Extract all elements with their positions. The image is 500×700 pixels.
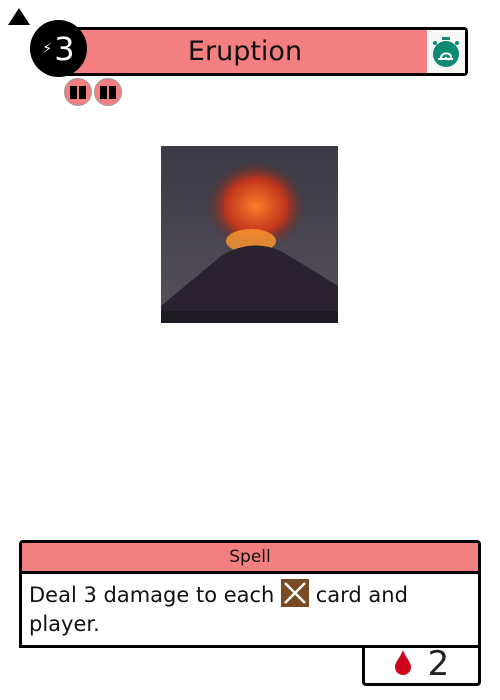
crossed-swords-icon	[281, 579, 310, 607]
stat-box: 2	[362, 644, 481, 686]
card-text-box: Spell Deal 3 damage to each card and pla…	[19, 540, 481, 648]
spellbook-icon	[64, 78, 92, 106]
blood-drop-icon	[394, 649, 412, 679]
triangle-up-icon[interactable]	[8, 8, 30, 25]
cost-badge: ⚡ 3	[30, 20, 87, 77]
lightning-icon: ⚡	[42, 40, 53, 57]
card-description: Deal 3 damage to each card and player.	[29, 579, 468, 639]
description-text: Deal 3 damage to each	[29, 583, 275, 607]
card-art-volcano	[161, 146, 338, 323]
card-type: Spell	[22, 543, 478, 574]
card-name: Eruption	[187, 36, 303, 67]
card-title-bar: Eruption	[62, 27, 468, 76]
snail-stopwatch-icon	[427, 30, 465, 73]
spellbook-icon	[94, 78, 122, 106]
cost-value: 3	[54, 29, 75, 68]
stat-value: 2	[427, 644, 450, 684]
